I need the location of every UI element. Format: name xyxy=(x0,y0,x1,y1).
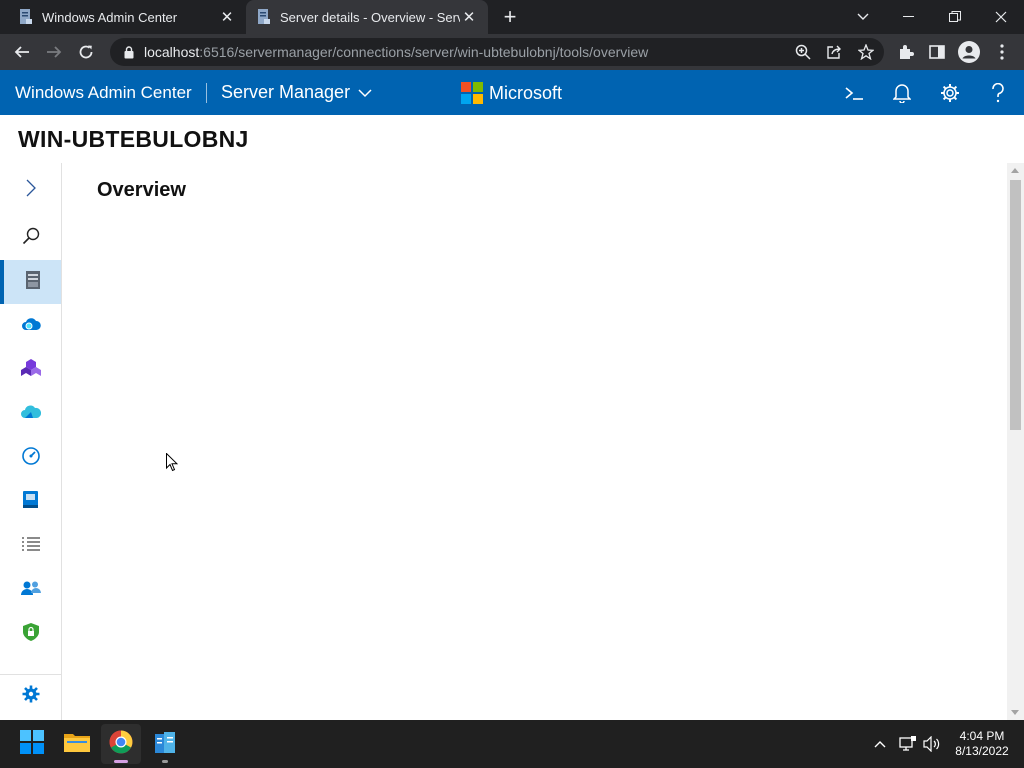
folder-icon xyxy=(64,731,90,758)
restore-button[interactable] xyxy=(932,0,978,34)
start-button[interactable] xyxy=(12,724,52,764)
header-divider xyxy=(206,83,207,103)
share-icon[interactable] xyxy=(821,39,847,65)
sidebar-expand-button[interactable] xyxy=(0,168,61,212)
sidebar-search-button[interactable] xyxy=(0,216,61,260)
zoom-icon[interactable] xyxy=(790,39,816,65)
forward-button[interactable] xyxy=(41,39,67,65)
extensions-icon[interactable] xyxy=(893,39,919,65)
taskbar-server-manager[interactable] xyxy=(145,724,185,764)
bookmark-star-icon[interactable] xyxy=(853,39,879,65)
volume-icon[interactable] xyxy=(920,732,944,756)
help-icon[interactable] xyxy=(985,80,1011,106)
sidebar-item-events[interactable] xyxy=(0,480,61,524)
server-name-title: WIN-UBTEBULOBNJ xyxy=(18,126,249,152)
scrollbar-thumb[interactable] xyxy=(1010,180,1021,430)
close-tab-icon[interactable]: ✕ xyxy=(218,8,236,26)
sidebar-item-local-users[interactable] xyxy=(0,568,61,612)
app-header: Windows Admin Center Server Manager Micr… xyxy=(0,70,1024,115)
clock-time: 4:04 PM xyxy=(959,729,1005,743)
sidebar-item-processes[interactable] xyxy=(0,524,61,568)
cubes-icon xyxy=(20,358,41,382)
notifications-bell-icon[interactable] xyxy=(889,80,915,106)
show-hidden-icons-chevron-icon[interactable] xyxy=(868,732,892,756)
product-label: Server Manager xyxy=(221,82,351,102)
book-icon xyxy=(22,490,39,514)
sidebar-item-azure-monitor[interactable] xyxy=(0,392,61,436)
tab-title: Server details - Overview - Server Manag… xyxy=(280,9,460,25)
product-switcher[interactable]: Server Manager xyxy=(221,82,372,103)
lock-icon[interactable] xyxy=(114,45,144,59)
gauge-icon xyxy=(21,446,40,470)
sidebar-item-security[interactable] xyxy=(0,612,61,656)
server-icon xyxy=(25,270,40,294)
chevron-down-icon xyxy=(358,82,372,103)
scroll-down-arrow-icon[interactable] xyxy=(1011,710,1019,715)
url-text: localhost:6516/servermanager/connections… xyxy=(144,44,649,60)
clock-date: 8/13/2022 xyxy=(955,744,1009,758)
taskbar-chrome[interactable] xyxy=(101,724,141,764)
chrome-icon xyxy=(109,730,133,759)
microsoft-logo: Microsoft xyxy=(461,82,562,104)
browser-tab-strip: Windows Admin Center ✕ Server details - … xyxy=(0,0,1024,34)
sidebar-item-azure-arc[interactable] xyxy=(0,348,61,392)
browser-toolbar: localhost:6516/servermanager/connections… xyxy=(0,34,1024,70)
sidebar-item-performance[interactable] xyxy=(0,436,61,480)
app-brand-link[interactable]: Windows Admin Center xyxy=(15,83,192,103)
microsoft-wordmark: Microsoft xyxy=(489,82,563,103)
sidebar-item-azure-backup[interactable] xyxy=(0,304,61,348)
search-icon xyxy=(22,227,40,250)
address-bar[interactable]: localhost:6516/servermanager/connections… xyxy=(110,38,884,66)
browser-tab-windows-admin-center[interactable]: Windows Admin Center ✕ xyxy=(8,0,246,34)
content-scrollbar[interactable] xyxy=(1007,163,1024,720)
close-window-button[interactable] xyxy=(978,0,1024,34)
users-icon xyxy=(20,580,41,601)
network-icon[interactable] xyxy=(896,732,920,756)
page-title: Overview xyxy=(97,179,186,201)
scroll-up-arrow-icon[interactable] xyxy=(1011,168,1019,173)
windows-taskbar: 4:04 PM 8/13/2022 xyxy=(0,720,1024,768)
minimize-button[interactable] xyxy=(886,0,932,34)
azure-cloud-icon xyxy=(20,405,41,424)
tab-title: Windows Admin Center xyxy=(42,9,178,25)
list-icon xyxy=(21,536,40,556)
powershell-icon[interactable] xyxy=(841,80,867,106)
server-manager-icon xyxy=(153,730,177,759)
new-tab-button[interactable]: + xyxy=(497,4,523,30)
tab-search-chevron-icon[interactable] xyxy=(840,0,886,34)
settings-gear-icon[interactable] xyxy=(937,80,963,106)
browser-tab-server-details[interactable]: Server details - Overview - Server Manag… xyxy=(246,0,488,34)
sidebar-item-settings[interactable] xyxy=(0,674,61,718)
active-app-indicator xyxy=(114,760,128,763)
sidebar-item-overview[interactable] xyxy=(0,260,61,304)
profile-avatar-icon[interactable] xyxy=(956,39,982,65)
running-app-indicator xyxy=(162,760,168,763)
tools-sidebar xyxy=(0,163,62,720)
taskbar-clock[interactable]: 4:04 PM 8/13/2022 xyxy=(944,729,1020,759)
mouse-pointer-icon xyxy=(166,452,179,477)
server-favicon-icon xyxy=(256,9,272,25)
shield-lock-icon xyxy=(22,622,39,646)
cloud-icon xyxy=(21,317,41,336)
browser-menu-icon[interactable] xyxy=(989,39,1015,65)
side-panel-icon[interactable] xyxy=(924,39,950,65)
chevron-right-icon xyxy=(26,179,36,202)
microsoft-squares-icon xyxy=(461,82,483,104)
server-favicon-icon xyxy=(18,9,34,25)
back-button[interactable] xyxy=(9,39,35,65)
reload-button[interactable] xyxy=(73,39,99,65)
windows-logo-icon xyxy=(20,729,44,759)
close-tab-icon[interactable]: ✕ xyxy=(460,8,478,26)
gear-icon xyxy=(22,685,40,708)
taskbar-file-explorer[interactable] xyxy=(57,724,97,764)
